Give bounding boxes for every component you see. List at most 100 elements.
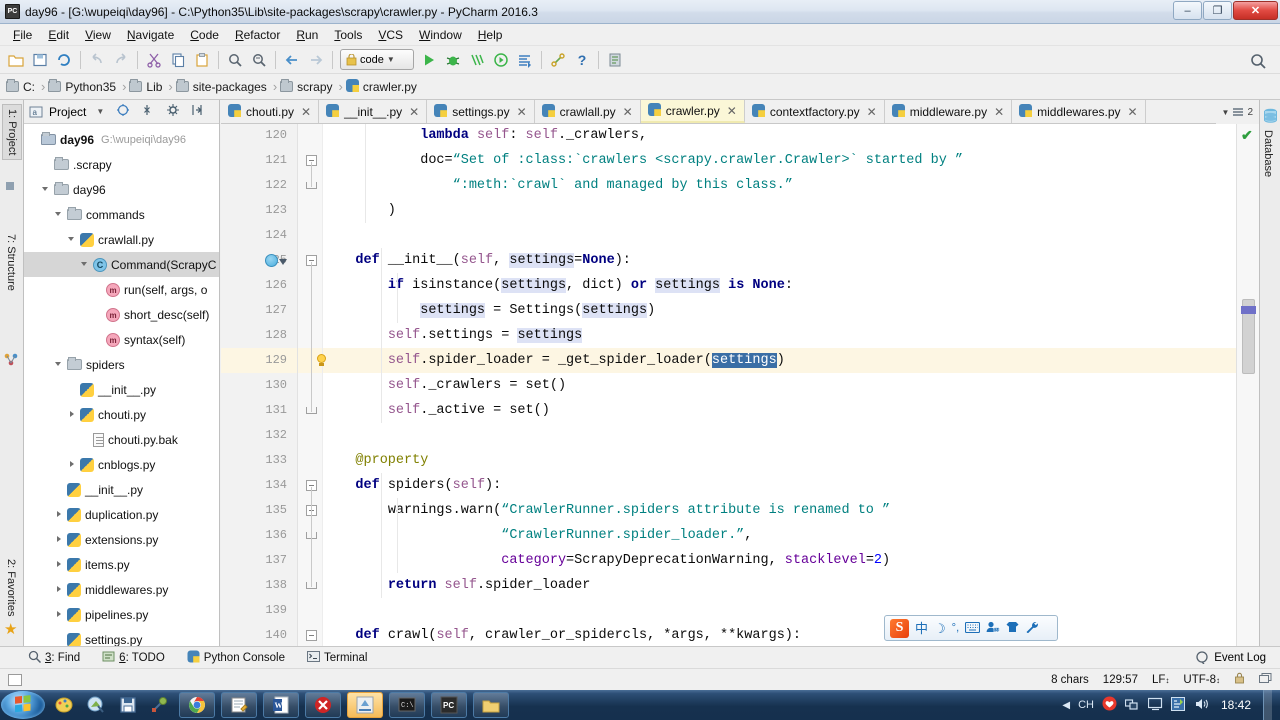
close-tab-icon[interactable]: ✕ bbox=[409, 105, 419, 119]
redo-icon[interactable] bbox=[109, 48, 133, 72]
menu-item-view[interactable]: View bbox=[77, 26, 119, 44]
event-log-button[interactable]: Event Log bbox=[1196, 651, 1266, 664]
attach-icon[interactable] bbox=[546, 48, 570, 72]
ime-toolbar[interactable]: S 中 ☽ °, 31 bbox=[884, 615, 1058, 641]
tree-item[interactable]: day96 G:\wupeiqi\day96 bbox=[24, 127, 219, 152]
code-line[interactable]: warnings.warn(“CrawlerRunner.spiders att… bbox=[323, 498, 1236, 523]
override-marker-icon[interactable] bbox=[265, 254, 278, 267]
chevron-down-icon[interactable] bbox=[67, 234, 78, 245]
tree-item[interactable]: crawlall.py bbox=[24, 227, 219, 252]
tree-item[interactable]: m run(self, args, o bbox=[24, 277, 219, 302]
tree-item[interactable]: __init__.py bbox=[24, 377, 219, 402]
code-line[interactable]: def crawl(self, crawler_or_spidercls, *a… bbox=[323, 623, 1236, 646]
chevron-down-icon[interactable] bbox=[80, 259, 91, 270]
chevron-right-icon[interactable] bbox=[54, 609, 65, 620]
project-tree[interactable]: day96 G:\wupeiqi\day96 .scrapy day96 command… bbox=[24, 124, 219, 646]
code-line[interactable]: def __init__(self, settings=None): bbox=[323, 248, 1236, 273]
close-tab-icon[interactable]: ✕ bbox=[623, 105, 633, 119]
tree-item[interactable]: settings.py bbox=[24, 627, 219, 646]
search-everywhere-icon[interactable] bbox=[1246, 49, 1270, 73]
code-line[interactable]: “:meth:`crawl` and managed by this class… bbox=[323, 173, 1236, 198]
breadcrumb-item[interactable]: Lib bbox=[129, 79, 165, 94]
chevron-right-icon[interactable] bbox=[67, 459, 78, 470]
taskbar-clock[interactable]: 18:42 bbox=[1221, 698, 1251, 712]
chevron-right-icon[interactable] bbox=[54, 559, 65, 570]
run-with-console-icon[interactable] bbox=[513, 48, 537, 72]
chevron-down-icon[interactable] bbox=[41, 184, 52, 195]
breadcrumb-item[interactable]: scrapy bbox=[280, 79, 335, 94]
locate-icon[interactable] bbox=[116, 103, 130, 120]
code-line[interactable]: lambda self: self._crawlers, bbox=[323, 124, 1236, 148]
breadcrumb-item[interactable]: crawler.py bbox=[345, 78, 420, 95]
run-icon[interactable] bbox=[417, 48, 441, 72]
close-tab-icon[interactable]: ✕ bbox=[727, 104, 737, 118]
close-tab-icon[interactable]: ✕ bbox=[994, 105, 1004, 119]
sidebar-item-structure[interactable]: 7: Structure bbox=[2, 230, 20, 295]
explorer-icon[interactable] bbox=[473, 692, 509, 718]
code-line[interactable]: @property bbox=[323, 448, 1236, 473]
breadcrumb-item[interactable]: site-packages bbox=[175, 79, 270, 94]
code-folding-strip[interactable] bbox=[298, 124, 323, 646]
show-desktop-button[interactable] bbox=[1263, 690, 1272, 720]
toolbox-icon[interactable]: 31 bbox=[986, 621, 1001, 635]
code-line[interactable]: doc=“Set of :class:`crawlers <scrapy.cra… bbox=[323, 148, 1236, 173]
maximize-button[interactable]: ❐ bbox=[1203, 1, 1232, 20]
tree-item[interactable]: day96 bbox=[24, 177, 219, 202]
tree-item[interactable]: chouti.py.bak bbox=[24, 427, 219, 452]
chevron-right-icon[interactable] bbox=[67, 409, 78, 420]
punctuation-icon[interactable]: °, bbox=[952, 622, 959, 634]
code-line[interactable]: category=ScrapyDeprecationWarning, stack… bbox=[323, 548, 1236, 573]
menu-item-code[interactable]: Code bbox=[182, 26, 227, 44]
open-folder-icon[interactable] bbox=[4, 48, 28, 72]
tree-item[interactable]: pipelines.py bbox=[24, 602, 219, 627]
save-icon[interactable] bbox=[115, 692, 141, 718]
sync-icon[interactable] bbox=[52, 48, 76, 72]
tree-item[interactable]: extensions.py bbox=[24, 527, 219, 552]
close-tab-icon[interactable]: ✕ bbox=[517, 105, 527, 119]
chrome-icon[interactable] bbox=[179, 692, 215, 718]
tree-item[interactable]: cnblogs.py bbox=[24, 452, 219, 477]
profile-icon[interactable] bbox=[489, 48, 513, 72]
heart-icon[interactable] bbox=[1102, 696, 1117, 714]
line-separator[interactable]: LF↕ bbox=[1152, 674, 1169, 686]
code-line[interactable] bbox=[323, 598, 1236, 623]
branch-icon[interactable] bbox=[1259, 672, 1272, 687]
sidebar-item-favorites[interactable]: 2: Favorites bbox=[2, 555, 20, 620]
editor-tab-crawler-py[interactable]: crawler.py ✕ bbox=[640, 100, 745, 123]
breadcrumb-item[interactable]: C: bbox=[6, 79, 38, 94]
start-button[interactable] bbox=[1, 691, 45, 719]
keyboard-icon[interactable] bbox=[965, 621, 981, 635]
editor-tab-settings-py[interactable]: settings.py ✕ bbox=[427, 100, 535, 123]
tree-item[interactable]: items.py bbox=[24, 552, 219, 577]
chevron-right-icon[interactable] bbox=[54, 584, 65, 595]
cut-icon[interactable] bbox=[142, 48, 166, 72]
back-icon[interactable] bbox=[280, 48, 304, 72]
undo-icon[interactable] bbox=[85, 48, 109, 72]
tool-window-find[interactable]: 3: Find bbox=[28, 650, 80, 666]
input-icon[interactable] bbox=[1170, 696, 1186, 714]
code-line[interactable]: self.spider_loader = _get_spider_loader(… bbox=[323, 348, 1236, 373]
code-line[interactable]: self._active = set() bbox=[323, 398, 1236, 423]
menu-item-vcs[interactable]: VCS bbox=[370, 26, 411, 44]
forward-icon[interactable] bbox=[304, 48, 328, 72]
tool-window-python-console[interactable]: Python Console bbox=[187, 650, 285, 666]
menu-item-navigate[interactable]: Navigate bbox=[119, 26, 182, 44]
usage-marker[interactable] bbox=[1241, 306, 1256, 314]
encoding[interactable]: UTF-8↕ bbox=[1183, 674, 1220, 686]
gear-icon[interactable] bbox=[166, 103, 180, 120]
intention-bulb-icon[interactable] bbox=[316, 354, 327, 367]
code-line[interactable] bbox=[323, 223, 1236, 248]
word-icon[interactable]: W bbox=[263, 692, 299, 718]
menu-item-window[interactable]: Window bbox=[411, 26, 470, 44]
code-line[interactable]: settings = Settings(settings) bbox=[323, 298, 1236, 323]
chevron-down-icon[interactable]: ▼ bbox=[96, 107, 104, 116]
sidebar-item-database[interactable]: Database bbox=[1262, 130, 1274, 177]
code-line[interactable]: self.settings = settings bbox=[323, 323, 1236, 348]
tree-item[interactable]: spiders bbox=[24, 352, 219, 377]
code-line[interactable]: def spiders(self): bbox=[323, 473, 1236, 498]
project-collapse-icon[interactable] bbox=[4, 180, 20, 196]
editor-tabs-overflow[interactable]: ▼ 2 bbox=[1215, 100, 1259, 124]
tool-window-terminal[interactable]: Terminal bbox=[306, 650, 367, 666]
pycharm-active-icon[interactable] bbox=[347, 692, 383, 718]
chevron-down-icon[interactable]: ▼ bbox=[387, 55, 395, 64]
